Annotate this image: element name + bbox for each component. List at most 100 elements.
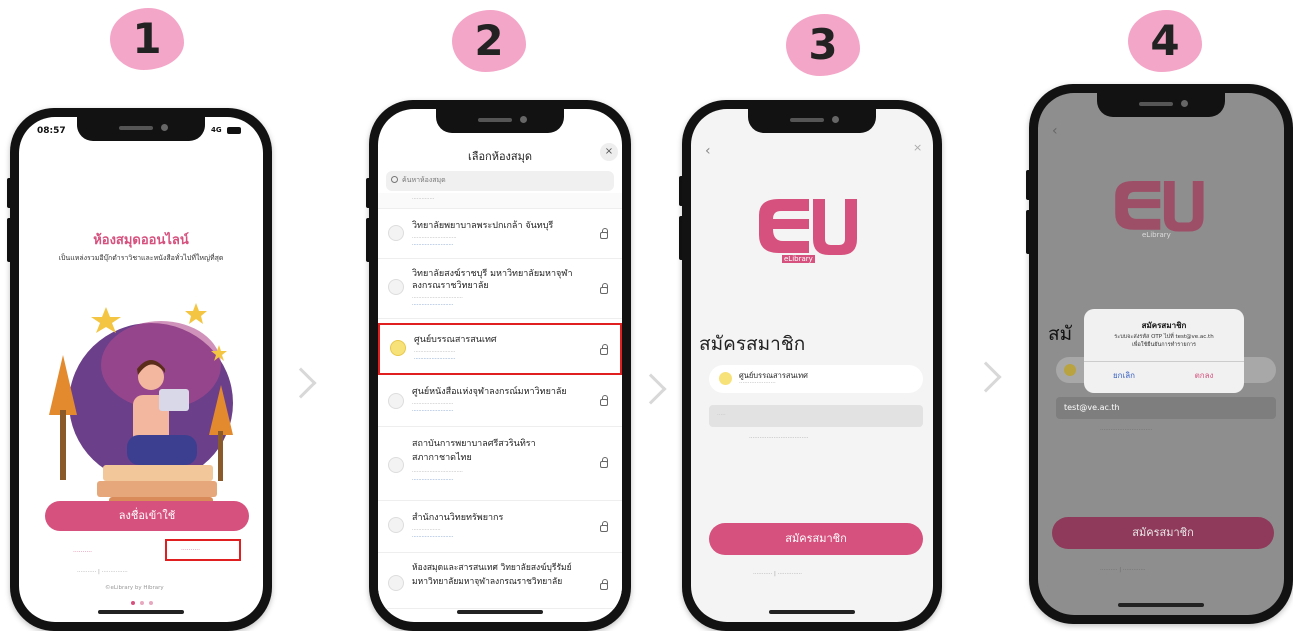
search-bar[interactable]: ค้นหาห้องสมุด (386, 171, 614, 191)
battery-icon (227, 127, 241, 134)
otp-dialog: สมัครสมาชิก ระบบจะส่งรหัส OTP ไปที่ test… (1084, 309, 1244, 393)
library-logo (1064, 364, 1076, 376)
phone-frame-4: ‹ eLibrary สมั test@ve.ac.th ···········… (1029, 84, 1293, 624)
chevron-right-icon (970, 361, 1002, 393)
terms-link[interactable]: ··········· | ··············· (77, 569, 128, 575)
list-item[interactable]: สถาบันการพยาบาลศรีสวรินทิรา สภากาชาดไทย … (378, 427, 622, 501)
lock-icon (600, 395, 608, 406)
dialog-message-2: เพื่อใช้ยืนยันการทำรายการ (1132, 342, 1196, 348)
search-input[interactable]: ค้นหาห้องสมุด (402, 175, 446, 186)
lock-icon (600, 344, 608, 355)
lock-icon (600, 228, 608, 239)
library-logo (388, 517, 404, 533)
list-item-title: ศูนย์หนังสือแห่งจุฬาลงกรณ์มหาวิทยาลัย (412, 387, 567, 397)
home-indicator (1118, 603, 1204, 607)
list-item-title: ศูนย์บรรณสารสนเทศ (414, 335, 497, 345)
lock-icon (600, 521, 608, 532)
register-link-box[interactable] (165, 539, 241, 561)
page-title: สมัครสมาชิก (699, 333, 806, 355)
email-value: test@ve.ac.th (1064, 403, 1120, 412)
register-button[interactable]: สมัครสมาชิก (709, 523, 923, 555)
page-dots (131, 601, 155, 605)
list-item[interactable]: วิทยาลัยพยาบาลพระปกเกล้า จันทบุรี ······… (378, 209, 622, 259)
list-item-title: สำนักงานวิทยทรัพยากร (412, 513, 504, 523)
search-icon (391, 176, 398, 183)
logo-caption: eLibrary (782, 255, 815, 263)
step-1-number: 1 (132, 14, 162, 63)
library-logo (388, 279, 404, 295)
status-time: 08:57 (37, 126, 66, 136)
page-title: ห้องสมุดออนไลน์ (93, 233, 189, 248)
chevron-right-icon (285, 367, 317, 399)
list-item-title: ห้องสมุดและสารสนเทศ วิทยาลัยสงฆ์บุรีรัมย… (412, 563, 572, 573)
back-icon[interactable]: ‹ (1052, 123, 1058, 139)
phone-notch (1097, 93, 1225, 117)
sheet-header: เลือกห้องสมุด (467, 150, 533, 163)
step-2-number: 2 (474, 16, 504, 65)
list-item-selected[interactable]: ศูนย์บรรณสารสนเทศ ······················… (378, 323, 622, 375)
phone-frame-2: เลือกห้องสมุด × ค้นหาห้องสมุด ··········… (369, 100, 631, 631)
lock-icon (600, 283, 608, 294)
library-logo (390, 340, 406, 356)
page-subtitle: เป็นแหล่งรวมอีบุ๊กตำราวิชาและหนังสือทั่ว… (58, 254, 224, 262)
list-item-title-2: สภากาชาดไทย (412, 453, 472, 463)
register-button[interactable]: สมัครสมาชิก (1052, 517, 1274, 549)
helper-text: ······························ (1100, 427, 1153, 433)
close-button[interactable]: × (600, 143, 618, 161)
dialog-message: ระบบจะส่งรหัส OTP ไปที่ test@ve.ac.th (1114, 334, 1214, 340)
list-item-title: วิทยาลัยสงฆ์ราชบุรี มหาวิทยาลัยมหาจุฬา (412, 269, 573, 279)
email-field[interactable]: test@ve.ac.th (1056, 397, 1276, 419)
list-item[interactable]: ศูนย์หนังสือแห่งจุฬาลงกรณ์มหาวิทยาลัย ··… (378, 377, 622, 427)
library-logo (388, 575, 404, 591)
terms-link[interactable]: ··········· | ·············· (753, 571, 802, 577)
login-button[interactable]: ลงชื่อเข้าใช้ (45, 501, 249, 531)
list-item[interactable]: ห้องสมุดและสารสนเทศ วิทยาลัยสงฆ์บุรีรัมย… (378, 553, 622, 609)
logo-caption: eLibrary (1142, 231, 1171, 239)
library-logo (388, 457, 404, 473)
app-credit: ©eLibrary by Hibrary (105, 585, 164, 591)
phone-frame-3: ‹ × eLibrary สมัครสมาชิก ศูนย์บรรณสารสนเ… (682, 100, 942, 631)
screen-4: ‹ eLibrary สมั test@ve.ac.th ···········… (1038, 93, 1284, 615)
list-item-title: สถาบันการพยาบาลศรีสวรินทิรา (412, 439, 536, 449)
lock-icon (600, 579, 608, 590)
ok-button[interactable]: ตกลง (1164, 369, 1244, 382)
page-title: สมั (1048, 323, 1073, 345)
library-logo (388, 225, 404, 241)
terms-link[interactable]: ·········· | ············· (1100, 567, 1146, 573)
list-item[interactable]: ·············· (378, 193, 622, 209)
library-card: ศูนย์บรรณสารสนเทศ ····················· (709, 365, 923, 393)
helper-text: ·································· (749, 435, 809, 441)
library-logo (388, 393, 404, 409)
screen-1: 08:57 4G ห้องสมุดออนไลน์ เป็นแหล่งรวมอีบ… (19, 117, 263, 622)
cancel-button[interactable]: ยกเลิก (1084, 369, 1164, 382)
step-3-number: 3 (808, 20, 838, 69)
phone-notch (77, 117, 205, 141)
list-item[interactable]: วิทยาลัยสงฆ์ราชบุรี มหาวิทยาลัยมหาจุฬา ล… (378, 259, 622, 319)
list-item[interactable]: สำนักงานวิทยทรัพยากร ·················· … (378, 501, 622, 553)
screen-2: เลือกห้องสมุด × ค้นหาห้องสมุด ··········… (378, 109, 622, 622)
status-signal: 4G (211, 126, 222, 134)
phone-notch (436, 109, 564, 133)
tutorial-stage: 1 2 3 4 08:57 4G ห้องสมุดออนไลน์ เป็นแหล… (0, 0, 1293, 631)
back-icon[interactable]: ‹ (705, 143, 711, 159)
home-indicator (457, 610, 543, 614)
reading-illustration (41, 285, 241, 515)
home-indicator (98, 610, 184, 614)
list-item-title: วิทยาลัยพยาบาลพระปกเกล้า จันทบุรี (412, 221, 554, 231)
list-item-title-2: ลงกรณราชวิทยาลัย (412, 281, 489, 291)
dialog-title: สมัครสมาชิก (1141, 321, 1187, 330)
close-icon[interactable]: × (913, 141, 922, 154)
step-4-number: 4 (1150, 16, 1180, 65)
dialog-divider (1084, 361, 1244, 362)
library-logo (719, 372, 732, 385)
contact-link[interactable]: ·········· (73, 549, 92, 556)
home-indicator (769, 610, 855, 614)
chevron-right-icon (635, 373, 667, 405)
email-field[interactable]: ····· (709, 405, 923, 427)
phone-notch (748, 109, 876, 133)
lock-icon (600, 457, 608, 468)
screen-3: ‹ × eLibrary สมัครสมาชิก ศูนย์บรรณสารสนเ… (691, 109, 933, 622)
list-item-title-2: มหาวิทยาลัยมหาจุฬาลงกรณราชวิทยาลัย (412, 577, 563, 587)
phone-frame-1: 08:57 4G ห้องสมุดออนไลน์ เป็นแหล่งรวมอีบ… (10, 108, 272, 631)
register-link[interactable]: ·········· (181, 547, 200, 554)
